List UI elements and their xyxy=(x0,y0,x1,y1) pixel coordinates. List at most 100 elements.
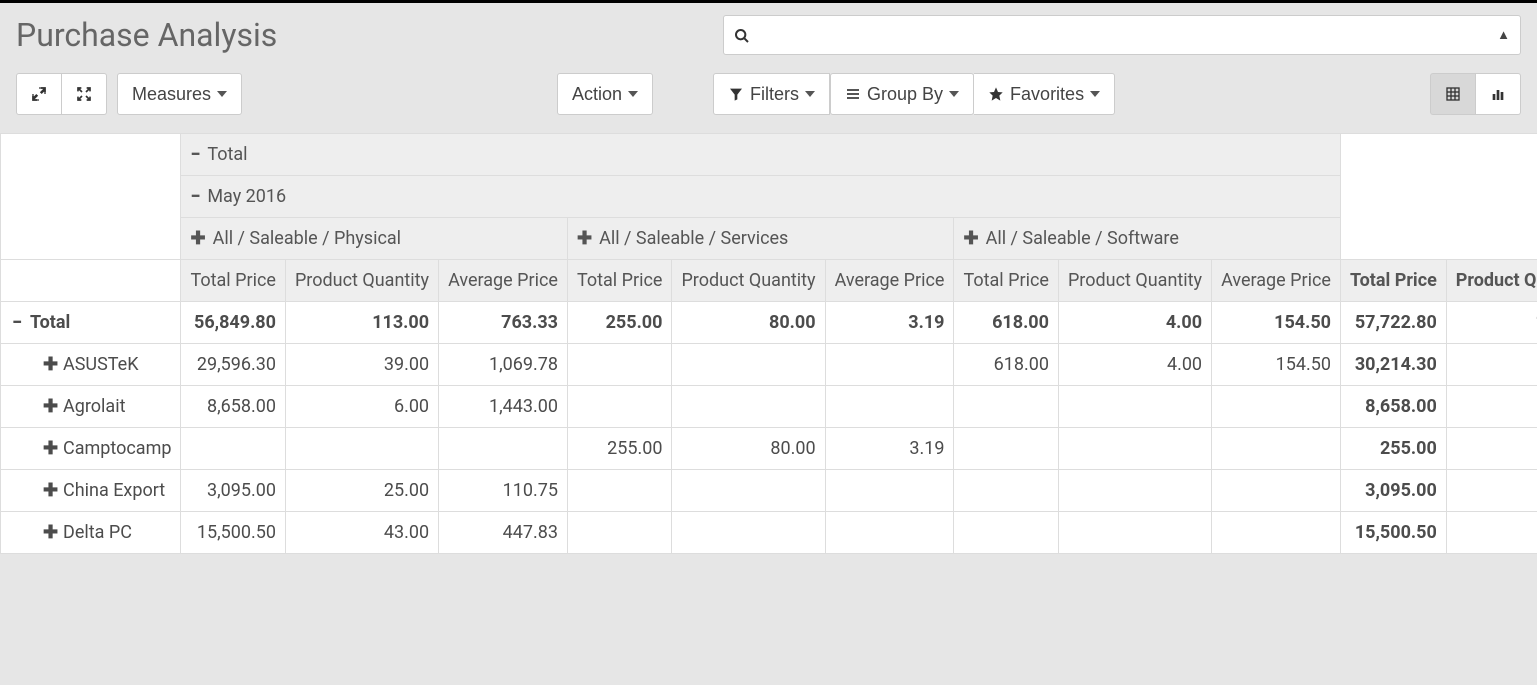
pivot-view-button[interactable] xyxy=(1430,73,1476,115)
col-group-2[interactable]: ✚All / Saleable / Software xyxy=(954,218,1341,260)
favorites-button[interactable]: Favorites xyxy=(974,73,1115,115)
cell: 255.00 xyxy=(567,302,671,344)
cell xyxy=(1212,512,1341,554)
cell xyxy=(567,470,671,512)
measure-header[interactable]: Total Price xyxy=(954,260,1058,302)
row-label[interactable]: ✚China Export xyxy=(1,470,181,512)
measure-header[interactable]: Average Price xyxy=(1212,260,1341,302)
cell xyxy=(439,428,568,470)
cell: 113.00 xyxy=(285,302,438,344)
cell xyxy=(954,386,1058,428)
cell xyxy=(672,470,825,512)
minus-icon[interactable]: − xyxy=(190,186,200,207)
measure-header[interactable]: Total Price xyxy=(567,260,671,302)
cell-total: 8,658.00 xyxy=(1340,386,1446,428)
plus-icon[interactable]: ✚ xyxy=(190,228,205,249)
minus-icon[interactable]: − xyxy=(10,312,24,333)
measure-header[interactable]: Product Quantity xyxy=(1058,260,1211,302)
cell: 763.33 xyxy=(439,302,568,344)
plus-icon[interactable]: ✚ xyxy=(43,480,57,501)
col-total-header[interactable]: −Total xyxy=(181,134,1341,176)
measures-label: Measures xyxy=(132,84,211,105)
cell: 1,069.78 xyxy=(439,344,568,386)
expand-all-button[interactable] xyxy=(62,73,107,115)
cell-total: 25.00 xyxy=(1446,470,1537,512)
plus-icon[interactable]: ✚ xyxy=(43,396,57,417)
plus-icon[interactable]: ✚ xyxy=(577,228,592,249)
table-row: ✚ASUSTeK 29,596.30 39.00 1,069.78 618.00… xyxy=(1,344,1537,386)
measure-header[interactable]: Total Price xyxy=(181,260,285,302)
cell: 43.00 xyxy=(285,512,438,554)
groupby-button[interactable]: Group By xyxy=(830,73,974,115)
cell xyxy=(672,344,825,386)
search-expand-icon[interactable]: ▲ xyxy=(1497,27,1510,43)
filter-icon xyxy=(728,86,744,102)
caret-down-icon xyxy=(628,91,638,97)
cell xyxy=(954,512,1058,554)
measure-header-total[interactable]: Product Quantity xyxy=(1446,260,1537,302)
cell: 154.50 xyxy=(1212,344,1341,386)
cell: 3.19 xyxy=(825,302,954,344)
cell xyxy=(825,344,954,386)
measure-header[interactable]: Product Quantity xyxy=(285,260,438,302)
cell: 56,849.80 xyxy=(181,302,285,344)
cell xyxy=(1212,470,1341,512)
cell xyxy=(825,512,954,554)
pivot-corner xyxy=(1,134,181,260)
cell xyxy=(1212,386,1341,428)
minus-icon[interactable]: − xyxy=(190,144,200,165)
cell: 3,095.00 xyxy=(181,470,285,512)
row-label[interactable]: ✚ASUSTeK xyxy=(1,344,181,386)
cell: 4.00 xyxy=(1058,344,1211,386)
cell: 25.00 xyxy=(285,470,438,512)
measure-header[interactable]: Product Quantity xyxy=(672,260,825,302)
search-input[interactable] xyxy=(760,16,1497,54)
cell: 110.75 xyxy=(439,470,568,512)
measure-header[interactable]: Average Price xyxy=(825,260,954,302)
cell xyxy=(825,386,954,428)
measure-header[interactable]: Average Price xyxy=(439,260,568,302)
table-row: ✚Delta PC 15,500.50 43.00 447.83 15,500.… xyxy=(1,512,1537,554)
favorites-label: Favorites xyxy=(1010,84,1084,105)
cell-total: 255.00 xyxy=(1340,428,1446,470)
plus-icon[interactable]: ✚ xyxy=(43,522,57,543)
groupby-label: Group By xyxy=(867,84,943,105)
cell xyxy=(672,512,825,554)
cell: 255.00 xyxy=(567,428,671,470)
col-group-0[interactable]: ✚All / Saleable / Physical xyxy=(181,218,568,260)
plus-icon[interactable]: ✚ xyxy=(43,438,57,459)
caret-down-icon xyxy=(1090,91,1100,97)
search-box[interactable]: ▲ xyxy=(723,15,1521,55)
row-label[interactable]: ✚Agrolait xyxy=(1,386,181,428)
cell-total: 3,095.00 xyxy=(1340,470,1446,512)
caret-down-icon xyxy=(217,91,227,97)
cell xyxy=(1058,470,1211,512)
pivot-table: −Total −May 2016 ✚All / Saleable / Physi… xyxy=(0,133,1537,554)
cell-total: 15,500.50 xyxy=(1340,512,1446,554)
expand-diagonal-button[interactable] xyxy=(16,73,62,115)
measure-header-total[interactable]: Total Price xyxy=(1340,260,1446,302)
cell: 618.00 xyxy=(954,344,1058,386)
cell xyxy=(1058,512,1211,554)
cell xyxy=(954,428,1058,470)
row-label[interactable]: ✚Camptocamp xyxy=(1,428,181,470)
action-button[interactable]: Action xyxy=(557,73,653,115)
cell xyxy=(567,386,671,428)
cell-total: 197.00 xyxy=(1446,302,1537,344)
row-total-label[interactable]: −Total xyxy=(1,302,181,344)
expand-buttons xyxy=(16,73,107,115)
measures-button[interactable]: Measures xyxy=(117,73,242,115)
filter-group: Filters Group By Favorites xyxy=(713,73,1115,115)
cell: 29,596.30 xyxy=(181,344,285,386)
cell xyxy=(181,428,285,470)
chart-view-button[interactable] xyxy=(1476,73,1521,115)
cell xyxy=(1058,386,1211,428)
filters-button[interactable]: Filters xyxy=(713,73,830,115)
plus-icon[interactable]: ✚ xyxy=(963,228,978,249)
col-month-header[interactable]: −May 2016 xyxy=(181,176,1341,218)
col-group-1[interactable]: ✚All / Saleable / Services xyxy=(567,218,954,260)
cell: 80.00 xyxy=(672,428,825,470)
cell: 8,658.00 xyxy=(181,386,285,428)
row-label[interactable]: ✚Delta PC xyxy=(1,512,181,554)
plus-icon[interactable]: ✚ xyxy=(43,354,57,375)
